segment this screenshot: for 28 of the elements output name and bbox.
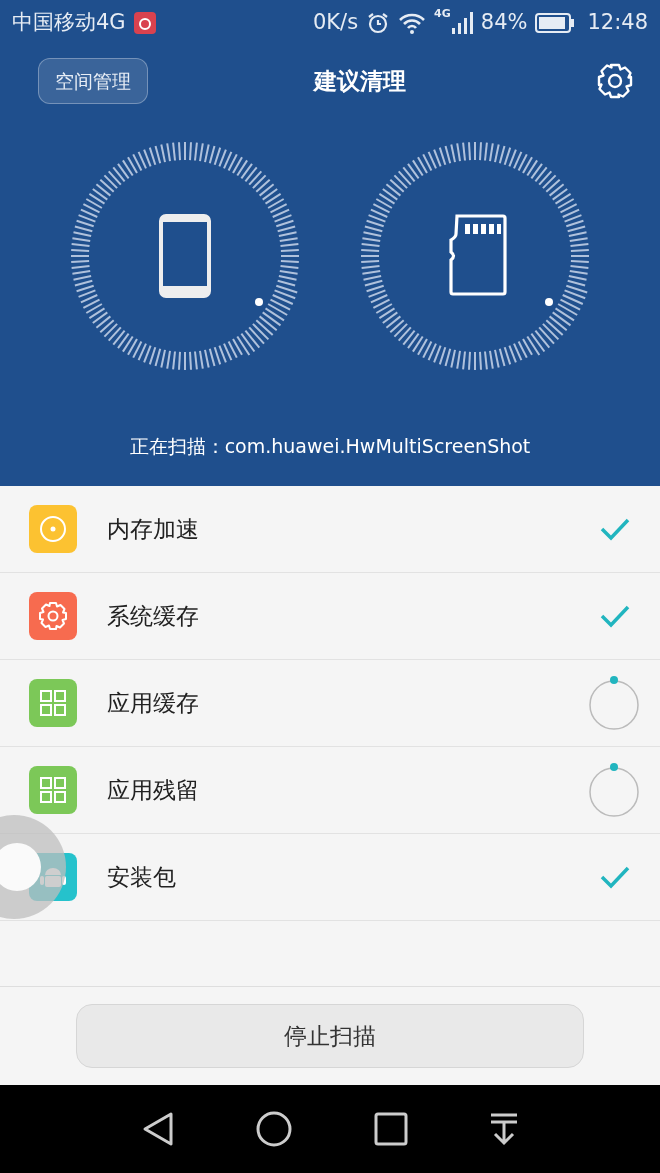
pull-down-icon[interactable] bbox=[489, 1112, 520, 1146]
wifi-icon bbox=[398, 12, 427, 34]
gear-icon bbox=[38, 601, 68, 631]
category-label: 系统缓存 bbox=[107, 601, 200, 631]
category-label: 内存加速 bbox=[107, 514, 200, 544]
stop-scan-button[interactable]: 停止扫描 bbox=[76, 1004, 584, 1068]
clock-text: 12:48 bbox=[587, 9, 648, 37]
grid-icon bbox=[39, 776, 67, 804]
scanning-status-text: 正在扫描：com.huawei.HwMultiScreenShot bbox=[128, 433, 532, 459]
network-speed-text: 0K/s bbox=[312, 9, 359, 37]
category-label: 应用缓存 bbox=[107, 688, 200, 718]
home-icon[interactable] bbox=[256, 1111, 293, 1147]
phone-icon bbox=[159, 214, 211, 298]
grid-icon bbox=[39, 689, 67, 717]
signal-icon bbox=[450, 11, 473, 35]
battery-percent-text: 84% bbox=[480, 9, 528, 37]
settings-icon[interactable] bbox=[596, 62, 634, 100]
category-label: 安装包 bbox=[107, 862, 177, 892]
screen-title: 建议清理 bbox=[314, 66, 406, 96]
category-label: 应用残留 bbox=[107, 775, 200, 805]
disc-icon bbox=[39, 515, 67, 543]
network-type-text: 4G bbox=[434, 6, 451, 22]
carrier-text: 中国移动4G bbox=[12, 9, 126, 37]
memory-card-icon bbox=[449, 214, 507, 296]
app-badge-icon bbox=[133, 12, 156, 34]
battery-icon bbox=[535, 13, 576, 33]
recents-icon[interactable] bbox=[373, 1112, 408, 1146]
space-management-button[interactable]: 空间管理 bbox=[38, 57, 148, 105]
